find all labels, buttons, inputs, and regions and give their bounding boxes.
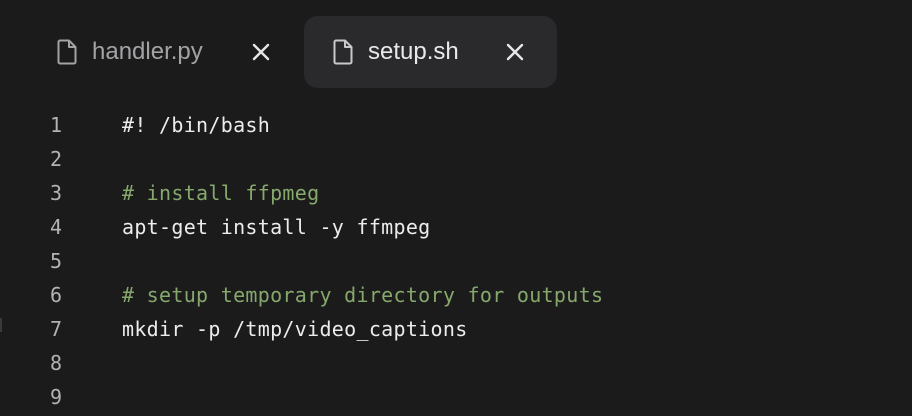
line-number: 2	[49, 147, 63, 171]
line-number: 4	[49, 215, 63, 239]
tab-handler-py[interactable]: handler.py	[40, 16, 290, 88]
code-line: 4 apt-get install -y ffmpeg	[0, 210, 912, 244]
line-number: 9	[49, 385, 63, 409]
tab-bar: handler.py setup.sh	[0, 0, 912, 96]
line-number: 6	[49, 283, 63, 307]
code-editor[interactable]: 1 #! /bin/bash 2 3 # install ffpmeg 4 ap…	[0, 108, 912, 416]
tab-label: handler.py	[92, 38, 203, 65]
line-number: 7	[49, 317, 63, 341]
line-number: 3	[49, 181, 63, 205]
line-text[interactable]: mkdir -p /tmp/video_captions	[122, 312, 468, 346]
file-icon	[333, 39, 353, 65]
line-number: 8	[49, 351, 63, 375]
line-text[interactable]: #! /bin/bash	[122, 108, 270, 142]
line-number: 1	[49, 113, 63, 137]
code-line: 6 # setup temporary directory for output…	[0, 278, 912, 312]
code-line: 7 mkdir -p /tmp/video_captions	[0, 312, 912, 346]
window-edge-divider	[0, 318, 2, 332]
close-icon[interactable]	[505, 42, 525, 62]
file-icon	[57, 39, 77, 65]
code-line: 2	[0, 142, 912, 176]
comment-text[interactable]: # setup temporary directory for outputs	[122, 278, 603, 312]
code-line: 3 # install ffpmeg	[0, 176, 912, 210]
line-number: 5	[49, 249, 63, 273]
tab-setup-sh[interactable]: setup.sh	[304, 16, 557, 88]
code-line: 5	[0, 244, 912, 278]
code-line: 1 #! /bin/bash	[0, 108, 912, 142]
code-line: 8	[0, 346, 912, 380]
comment-text[interactable]: # install ffpmeg	[122, 176, 319, 210]
tab-label: setup.sh	[368, 38, 459, 65]
line-text[interactable]: apt-get install -y ffmpeg	[122, 210, 431, 244]
code-line: 9	[0, 380, 912, 414]
close-icon[interactable]	[251, 42, 271, 62]
